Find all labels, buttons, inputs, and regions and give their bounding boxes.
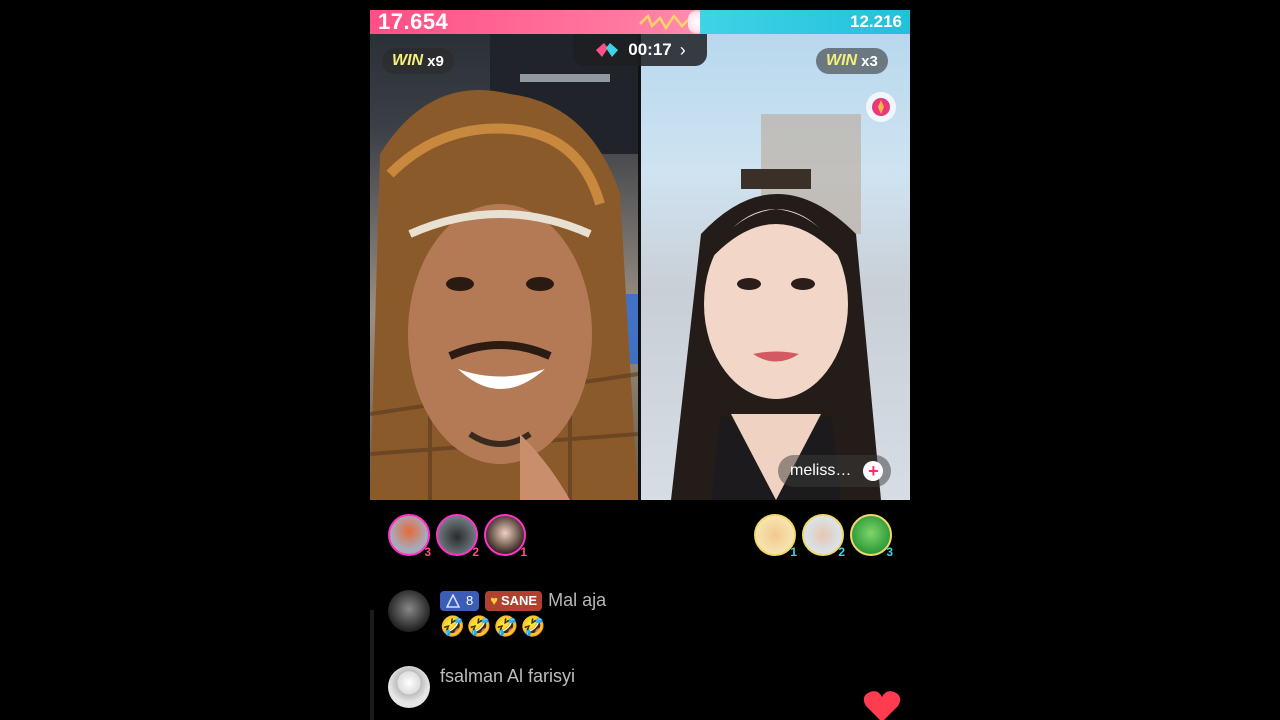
- left-supporter[interactable]: 3: [388, 514, 431, 559]
- gift-icon: [872, 98, 890, 116]
- chat-message[interactable]: 8 ♥ SANE Mal aja 🤣🤣🤣🤣: [388, 590, 606, 639]
- left-win-word: WIN: [392, 52, 424, 69]
- chevron-right-icon: ›: [679, 39, 686, 60]
- chat-message[interactable]: fsalman Al farisyi 😂😂😂😂😂: [388, 666, 575, 715]
- fan-club-badge: ♥ SANE: [485, 590, 543, 611]
- left-score-segment: 17.654: [370, 9, 706, 34]
- left-supporter[interactable]: 1: [484, 514, 527, 559]
- right-score: 12.216: [850, 12, 902, 31]
- right-host-name: meliss…: [790, 462, 852, 479]
- right-supporter[interactable]: 2: [802, 514, 845, 559]
- left-win-streak-badge: WIN x9: [382, 48, 454, 74]
- chat-message-body: 8 ♥ SANE Mal aja 🤣🤣🤣🤣: [440, 590, 606, 639]
- supporter-rank: 3: [424, 545, 431, 559]
- chat-scroll-edge: [370, 610, 374, 720]
- right-score-segment: 12.216: [700, 10, 910, 34]
- left-host-video[interactable]: [370, 34, 638, 500]
- avatar: [388, 666, 430, 708]
- timer-text: 00:17: [628, 40, 672, 59]
- battle-score-bar: 17.654 12.216: [370, 10, 910, 34]
- level-icon: [446, 593, 460, 608]
- right-supporter[interactable]: 3: [850, 514, 893, 559]
- heart-icon[interactable]: [862, 688, 902, 720]
- left-score: 17.654: [378, 9, 449, 34]
- battle-icon: [596, 43, 619, 57]
- left-win-multiplier: x9: [427, 52, 444, 70]
- level-value: 8: [466, 593, 474, 608]
- battle-timer[interactable]: 00:17 ›: [573, 34, 707, 66]
- right-win-streak-badge: WIN x3: [816, 48, 888, 74]
- gift-button[interactable]: [866, 92, 896, 122]
- chat-message-text: Mal aja: [548, 590, 607, 610]
- chat-message-header: 8 ♥ SANE Mal aja: [440, 590, 606, 611]
- chat-message-emojis: 😂😂😂😂😂: [440, 692, 567, 714]
- left-supporter[interactable]: 2: [436, 514, 479, 559]
- supporter-rank: 2: [472, 545, 479, 559]
- supporter-rank: 1: [790, 545, 797, 559]
- right-top-supporters: 1 2 3: [754, 514, 893, 559]
- supporter-rank: 1: [520, 545, 527, 559]
- right-win-multiplier: x3: [861, 52, 878, 70]
- supporter-rank: 2: [838, 545, 845, 559]
- chat-username: fsalman Al farisyi: [440, 666, 576, 686]
- level-badge: 8: [440, 590, 480, 611]
- chat-message-emojis: 🤣🤣🤣🤣: [440, 616, 548, 638]
- fan-heart-icon: ♥: [490, 593, 498, 608]
- follow-plus-icon[interactable]: +: [863, 461, 884, 481]
- left-top-supporters: 3 2 1: [388, 514, 527, 559]
- right-host-name-pill[interactable]: meliss… +: [778, 455, 892, 487]
- fan-club-name: SANE: [500, 593, 538, 608]
- right-supporter[interactable]: 1: [754, 514, 797, 559]
- chat-message-body: fsalman Al farisyi 😂😂😂😂😂: [440, 666, 575, 715]
- supporter-rank: 3: [886, 545, 893, 559]
- live-battle-screen: 17.654 12.216 00:17 › WIN x9 WIN x3 meli…: [370, 0, 910, 720]
- left-host-image: [370, 34, 638, 500]
- avatar: [388, 590, 430, 632]
- right-win-word: WIN: [826, 52, 858, 69]
